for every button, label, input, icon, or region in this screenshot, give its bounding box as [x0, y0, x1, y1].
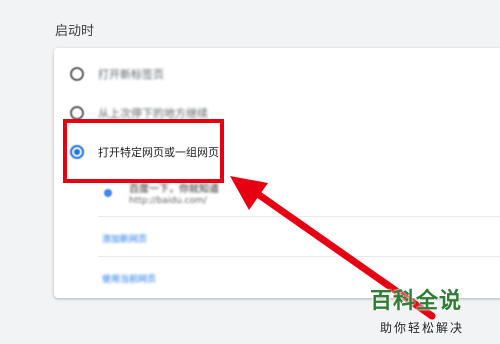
watermark-title: 百科全说: [370, 289, 463, 314]
watermark-subtitle: 助你轻松解决: [380, 321, 465, 335]
watermark-logo: 百科全说 助你轻松解决: [370, 283, 492, 339]
settings-page: 启动时 打开新标签页 从上次停下的地方继续 打开特定网页或一组网页 百度一下，你…: [0, 0, 500, 344]
